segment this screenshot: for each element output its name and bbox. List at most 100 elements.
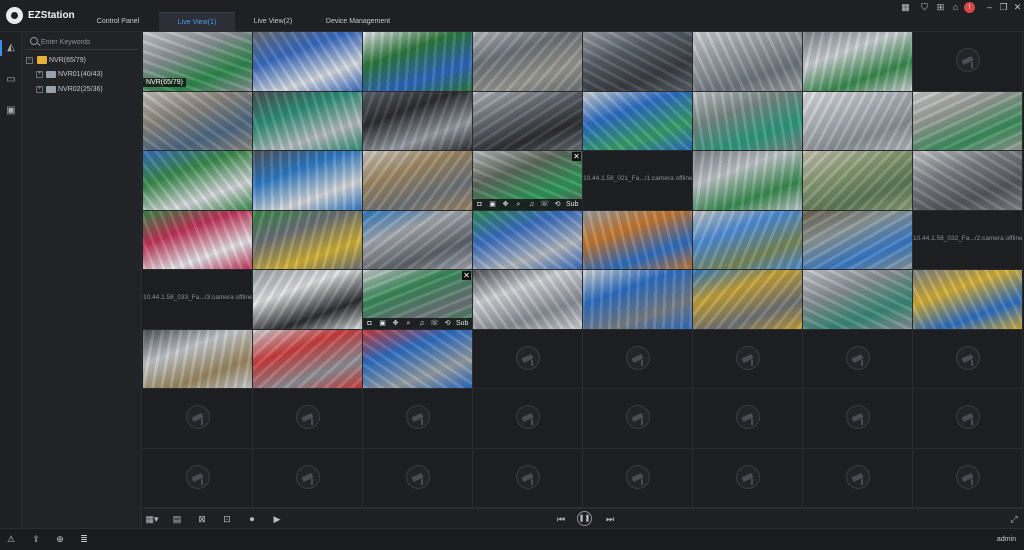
next-icon[interactable]: ⏭ bbox=[603, 513, 617, 525]
layout-icon[interactable]: ▦ bbox=[900, 2, 911, 13]
video-tile[interactable]: 10.44.1.58_021_Fa.../1:camera offline bbox=[583, 151, 692, 210]
video-tile[interactable] bbox=[803, 389, 912, 448]
video-tile[interactable] bbox=[473, 329, 582, 388]
video-tile[interactable] bbox=[583, 448, 692, 507]
close-tile-icon[interactable]: ✕ bbox=[572, 152, 581, 161]
stream-sub-button[interactable]: Sub bbox=[566, 201, 578, 208]
close-icon[interactable]: ✕ bbox=[1012, 2, 1023, 13]
minimize-icon[interactable]: – bbox=[984, 2, 995, 13]
video-tile[interactable] bbox=[913, 448, 1022, 507]
video-tile[interactable]: ✕ ◘ ▣ ✥ ⌕ ♫ ☏ ⟲ Sub bbox=[363, 270, 472, 329]
tree-item-nvr-root[interactable]: − NVR(65/79) bbox=[26, 54, 86, 67]
playback-icon[interactable]: ⟲ bbox=[553, 200, 562, 209]
video-tile[interactable] bbox=[363, 32, 472, 91]
tree-item-nvr02[interactable]: + NVR02(25/36) bbox=[36, 83, 103, 96]
video-tile[interactable] bbox=[473, 32, 582, 91]
record-icon[interactable]: ⏺ bbox=[245, 513, 259, 525]
video-tile[interactable] bbox=[693, 151, 802, 210]
video-tile[interactable] bbox=[583, 270, 692, 329]
camera-icon[interactable]: ◭ bbox=[4, 42, 18, 54]
zoom-icon[interactable]: ⌕ bbox=[404, 319, 413, 328]
close-all-icon[interactable]: ⊠ bbox=[195, 513, 209, 525]
playback-icon[interactable]: ⟲ bbox=[443, 319, 452, 328]
video-tile[interactable] bbox=[913, 32, 1022, 91]
video-tile[interactable] bbox=[363, 151, 472, 210]
lock-icon[interactable]: ⌂ bbox=[950, 2, 961, 13]
video-tile[interactable] bbox=[143, 91, 252, 150]
log-icon[interactable]: ≣ bbox=[77, 533, 91, 546]
warning-icon[interactable]: ⚠ bbox=[4, 533, 18, 546]
video-tile[interactable] bbox=[253, 329, 362, 388]
video-tile[interactable] bbox=[913, 151, 1022, 210]
video-tile[interactable] bbox=[253, 151, 362, 210]
video-tile[interactable] bbox=[143, 151, 252, 210]
video-tile[interactable] bbox=[913, 329, 1022, 388]
video-tile[interactable] bbox=[253, 91, 362, 150]
video-tile[interactable] bbox=[473, 448, 582, 507]
playback-icon[interactable]: ▣ bbox=[4, 105, 18, 117]
restore-icon[interactable]: ❐ bbox=[998, 2, 1009, 13]
tab-live-view-1[interactable]: Live View(1) bbox=[159, 12, 235, 32]
monitor-icon[interactable]: ▭ bbox=[4, 74, 18, 86]
fullscreen-icon[interactable]: ⤢ bbox=[1007, 513, 1021, 525]
video-tile[interactable] bbox=[803, 91, 912, 150]
ptz-icon[interactable]: ✥ bbox=[501, 200, 510, 209]
zoom-icon[interactable]: ⌕ bbox=[514, 200, 523, 209]
tab-control-panel[interactable]: Control Panel bbox=[86, 12, 150, 32]
video-tile[interactable] bbox=[913, 389, 1022, 448]
search-input[interactable] bbox=[41, 36, 137, 49]
video-tile[interactable] bbox=[363, 329, 472, 388]
video-tile[interactable] bbox=[693, 389, 802, 448]
video-tile[interactable] bbox=[693, 270, 802, 329]
picture-icon[interactable]: ▣ bbox=[488, 200, 497, 209]
video-tile[interactable] bbox=[253, 210, 362, 269]
pause-icon[interactable]: ❚❚ bbox=[577, 511, 592, 526]
video-tile[interactable] bbox=[583, 32, 692, 91]
video-tile[interactable] bbox=[693, 329, 802, 388]
video-tile[interactable] bbox=[473, 210, 582, 269]
video-tile[interactable] bbox=[693, 448, 802, 507]
video-tile[interactable] bbox=[803, 448, 912, 507]
video-tile[interactable] bbox=[693, 210, 802, 269]
tab-live-view-2[interactable]: Live View(2) bbox=[242, 12, 304, 32]
video-tile[interactable] bbox=[473, 270, 582, 329]
expand-icon[interactable]: + bbox=[36, 70, 43, 78]
alert-icon[interactable]: ! bbox=[964, 2, 975, 13]
video-tile[interactable] bbox=[253, 448, 362, 507]
video-tile[interactable] bbox=[143, 448, 252, 507]
video-tile[interactable] bbox=[583, 389, 692, 448]
video-tile[interactable] bbox=[363, 448, 472, 507]
tab-device-management[interactable]: Device Management bbox=[313, 12, 403, 32]
video-tile[interactable] bbox=[363, 210, 472, 269]
video-tile[interactable]: NVR(65/79) bbox=[143, 32, 252, 91]
download-icon[interactable]: ⊕ bbox=[53, 533, 67, 546]
video-tile[interactable] bbox=[803, 329, 912, 388]
stream-sub-button[interactable]: Sub bbox=[456, 320, 468, 327]
ptz-icon[interactable]: ✥ bbox=[391, 319, 400, 328]
video-tile[interactable] bbox=[803, 151, 912, 210]
video-tile[interactable] bbox=[583, 91, 692, 150]
video-tile[interactable]: ✕ ◘ ▣ ✥ ⌕ ♫ ☏ ⟲ Sub bbox=[473, 151, 582, 210]
video-tile[interactable] bbox=[253, 389, 362, 448]
video-tile[interactable] bbox=[803, 32, 912, 91]
view-layout-icon[interactable]: ▤ bbox=[170, 513, 184, 525]
shirt-icon[interactable]: ⛉ bbox=[919, 2, 930, 13]
split-screen-icon[interactable]: ▦▾ bbox=[145, 513, 159, 525]
previous-icon[interactable]: ⏮ bbox=[554, 513, 568, 525]
video-tile[interactable]: 10.44.1.58_033_Fa.../3:camera offline bbox=[143, 270, 252, 329]
audio-icon[interactable]: ♫ bbox=[417, 319, 426, 328]
video-tile[interactable] bbox=[473, 91, 582, 150]
video-tile[interactable] bbox=[363, 389, 472, 448]
network-icon[interactable]: ⊞ bbox=[935, 2, 946, 13]
video-tile[interactable] bbox=[583, 210, 692, 269]
video-tile[interactable] bbox=[473, 389, 582, 448]
tree-item-nvr01[interactable]: + NVR01(40/43) bbox=[36, 68, 103, 81]
video-tile[interactable] bbox=[143, 389, 252, 448]
video-tile[interactable] bbox=[253, 270, 362, 329]
video-tile[interactable] bbox=[583, 329, 692, 388]
video-tile[interactable] bbox=[913, 270, 1022, 329]
snapshot-icon[interactable]: ◘ bbox=[365, 319, 374, 328]
collapse-icon[interactable]: − bbox=[26, 56, 33, 64]
video-tile[interactable] bbox=[693, 32, 802, 91]
video-tile[interactable] bbox=[913, 91, 1022, 150]
